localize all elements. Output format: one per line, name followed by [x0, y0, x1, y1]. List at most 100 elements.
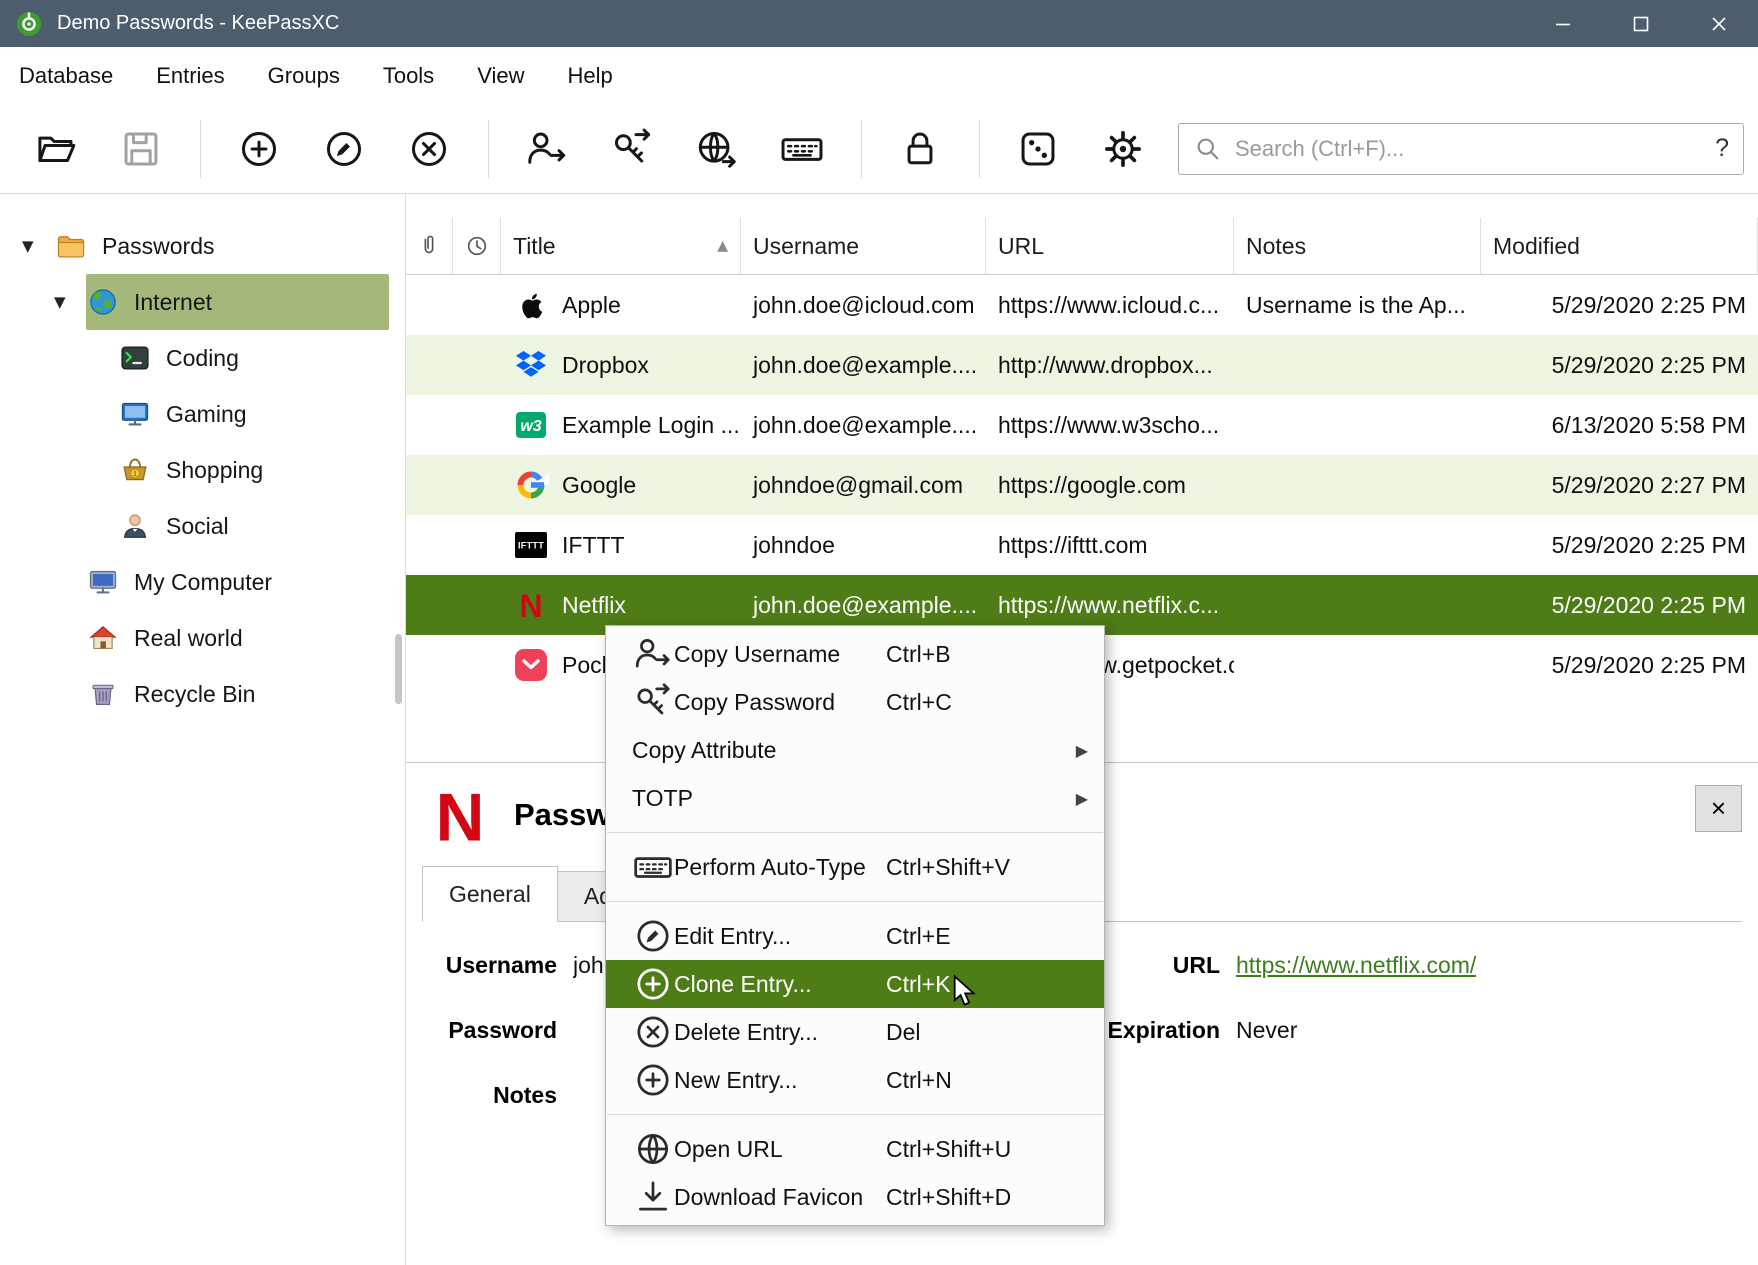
menu-item-label: Delete Entry... — [674, 1019, 818, 1046]
search-box[interactable]: ? — [1178, 123, 1744, 175]
add-entry-icon — [236, 126, 282, 172]
cell-title: IFTTTIFTTT — [501, 515, 741, 575]
perform-autotype-button[interactable] — [772, 118, 832, 180]
cell-attachments — [406, 335, 453, 395]
menu-view[interactable]: View — [462, 55, 539, 97]
column-label: Notes — [1246, 233, 1306, 260]
download-favicon-menu-item[interactable]: Download FaviconCtrl+Shift+D — [606, 1173, 1104, 1221]
column-label: Username — [753, 233, 859, 260]
delete-entry-menu-item[interactable]: Delete Entry...Del — [606, 1008, 1104, 1056]
minimize-button[interactable] — [1524, 0, 1602, 47]
menu-separator — [607, 1114, 1103, 1115]
entry-url-link[interactable]: https://www.netflix.com/ — [1236, 952, 1476, 979]
folder-icon — [56, 231, 86, 261]
cell-expires — [453, 515, 501, 575]
edit-entry-menu-item[interactable]: Edit Entry...Ctrl+E — [606, 912, 1104, 960]
perform-autotype-menu-item[interactable]: Perform Auto-TypeCtrl+Shift+V — [606, 843, 1104, 891]
column-label: Modified — [1493, 233, 1580, 260]
cell-notes: Username is the Ap... — [1234, 275, 1481, 335]
cell-notes — [1234, 575, 1481, 635]
clone-entry-menu-item[interactable]: Clone Entry...Ctrl+K — [606, 960, 1104, 1008]
settings-button[interactable] — [1093, 118, 1153, 180]
menu-shortcut: Ctrl+N — [886, 1067, 952, 1094]
column-header-url[interactable]: URL — [986, 218, 1234, 275]
menu-shortcut: Ctrl+Shift+V — [886, 854, 1010, 881]
copy-username-menu-item[interactable]: Copy UsernameCtrl+B — [606, 630, 1104, 678]
group-label: Gaming — [166, 401, 247, 428]
new-entry-menu-item[interactable]: New Entry... Ctrl+N — [606, 1056, 1104, 1104]
add-entry-button[interactable] — [229, 118, 289, 180]
cell-expires — [453, 395, 501, 455]
entry-title: Example Login ... — [562, 412, 740, 439]
open-url-button[interactable] — [687, 118, 747, 180]
cell-notes — [1234, 455, 1481, 515]
cell-username: johndoe — [741, 515, 986, 575]
column-header-icon-0[interactable] — [406, 218, 453, 275]
titlebar[interactable]: Demo Passwords - KeePassXC — [0, 0, 1758, 47]
open-folder-icon — [33, 126, 79, 172]
group-tree-item-gaming[interactable]: Gaming — [0, 386, 405, 442]
group-tree-item-shopping[interactable]: 1Shopping — [0, 442, 405, 498]
column-header-modified[interactable]: Modified — [1481, 218, 1758, 275]
expander-icon[interactable]: ▼ — [50, 293, 86, 311]
keepassxc-window: Demo Passwords - KeePassXC Database Entri… — [0, 0, 1758, 1265]
monitor-game-icon — [120, 399, 150, 429]
tab-general[interactable]: General — [422, 866, 558, 922]
preview-close-button[interactable]: × — [1695, 785, 1742, 832]
delete-entry-button[interactable] — [399, 118, 459, 180]
column-header-icon-1[interactable] — [453, 218, 501, 275]
group-tree-item-social[interactable]: Social — [0, 498, 405, 554]
open-database-button[interactable] — [26, 118, 86, 180]
toolbar-separator — [488, 120, 489, 178]
open-url-icon — [694, 126, 740, 172]
keyboard-icon — [779, 126, 825, 172]
menu-tools[interactable]: Tools — [368, 55, 449, 97]
cell-attachments — [406, 455, 453, 515]
group-tree-item-recycle-bin[interactable]: Recycle Bin — [0, 666, 405, 722]
lock-database-button[interactable] — [890, 118, 950, 180]
sort-ascending-icon: ▲ — [709, 238, 728, 254]
sidebar-scrollbar-thumb[interactable] — [395, 634, 402, 704]
cell-url: http://www.dropbox... — [986, 335, 1234, 395]
menu-entries[interactable]: Entries — [141, 55, 239, 97]
group-tree-item-passwords[interactable]: ▼Passwords — [0, 218, 405, 274]
ifttt-icon: IFTTT — [513, 527, 549, 563]
open-url-menu-item[interactable]: Open URLCtrl+Shift+U — [606, 1125, 1104, 1173]
search-input[interactable] — [1235, 136, 1705, 162]
edit-entry-button[interactable] — [314, 118, 374, 180]
cell-title: Apple — [501, 275, 741, 335]
menu-groups[interactable]: Groups — [253, 55, 355, 97]
group-tree-item-coding[interactable]: Coding — [0, 330, 405, 386]
mouse-cursor — [946, 972, 984, 1010]
copy-attribute-menu-item[interactable]: Copy Attribute▶ — [606, 726, 1104, 774]
menu-database[interactable]: Database — [4, 55, 128, 97]
entry-context-menu: Copy UsernameCtrl+BCopy PasswordCtrl+CCo… — [605, 625, 1105, 1226]
expander-icon[interactable]: ▼ — [18, 237, 54, 255]
cell-expires — [453, 275, 501, 335]
group-tree-item-internet[interactable]: ▼Internet — [0, 274, 405, 330]
close-icon — [1710, 15, 1728, 33]
group-tree: ▼Passwords▼InternetCoding Gaming 1Shopping… — [0, 194, 406, 1265]
basket-icon: 1 — [120, 455, 150, 485]
copy-password-menu-item[interactable]: Copy PasswordCtrl+C — [606, 678, 1104, 726]
menu-item-label: New Entry... — [674, 1067, 798, 1094]
totp-menu-item[interactable]: TOTP▶ — [606, 774, 1104, 822]
group-tree-item-real-world[interactable]: Real world — [0, 610, 405, 666]
group-tree-item-my-computer[interactable]: My Computer — [0, 554, 405, 610]
column-header-title[interactable]: Title▲ — [501, 218, 741, 275]
cell-username: johndoe@gmail.com — [741, 455, 986, 515]
group-label: Real world — [134, 625, 243, 652]
copy-username-button[interactable] — [517, 118, 577, 180]
password-generator-button[interactable] — [1008, 118, 1068, 180]
trash-icon — [88, 679, 118, 709]
w3schools-icon: w3 — [513, 407, 549, 443]
save-database-button[interactable] — [111, 118, 171, 180]
column-header-notes[interactable]: Notes — [1234, 218, 1481, 275]
copy-password-button[interactable] — [602, 118, 662, 180]
close-button[interactable] — [1680, 0, 1758, 47]
maximize-button[interactable] — [1602, 0, 1680, 47]
cell-url: https://google.com — [986, 455, 1234, 515]
column-header-username[interactable]: Username — [741, 218, 986, 275]
search-help-button[interactable]: ? — [1715, 134, 1729, 163]
menu-help[interactable]: Help — [552, 55, 627, 97]
